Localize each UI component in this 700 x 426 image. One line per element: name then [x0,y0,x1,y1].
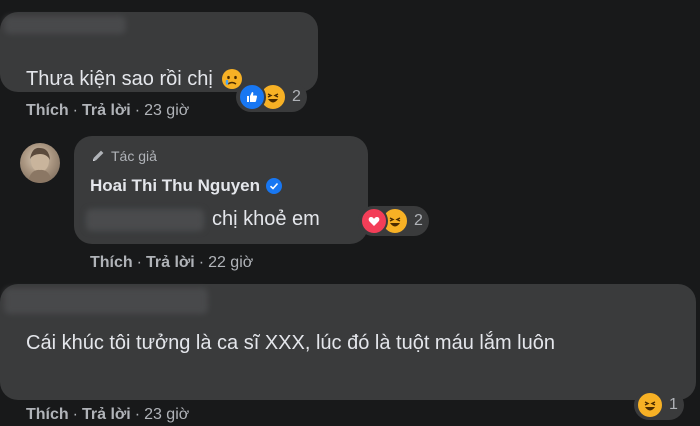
verified-badge-icon [266,178,282,194]
reactions-summary[interactable]: 1 [634,390,684,420]
comment-text: Thưa kiện sao rồi chị [26,68,213,90]
reply-button[interactable]: Trả lời [146,254,195,271]
comment-timestamp[interactable]: 23 giờ [144,102,189,119]
reaction-count: 1 [669,396,678,413]
haha-reaction-icon [636,391,664,419]
like-button[interactable]: Thích [26,102,69,119]
redacted-author-name [4,16,126,34]
avatar-image [28,147,52,183]
love-reaction-icon [360,207,388,235]
reactions-summary[interactable]: 2 [358,206,429,236]
comment-actions: Thích · Trả lời · 23 giờ [26,102,189,120]
comment-timestamp[interactable]: 23 giờ [144,406,189,423]
separator-dot: · [198,254,205,271]
like-button[interactable]: Thích [26,406,69,423]
author-badge: Tác giả [90,148,157,164]
author-avatar[interactable] [20,143,60,183]
reply-button[interactable]: Trả lời [82,406,131,423]
separator-dot: · [72,406,78,423]
reply-actions: Thích · Trả lời · 22 giờ [90,254,253,272]
like-button[interactable]: Thích [90,254,133,271]
reply-bubble: Tác giả Hoai Thi Thu Nguyen chị khoẻ em [74,136,368,244]
comment-bubble: Thưa kiện sao rồi chị [0,12,318,92]
comment-actions: Thích · Trả lời · 23 giờ [26,406,189,424]
separator-dot: · [134,406,141,423]
comment-text: Cái khúc tôi tưởng là ca sĩ XXX, lúc đó … [26,332,555,354]
like-reaction-icon [238,83,266,111]
redacted-author-name [4,288,208,314]
author-name[interactable]: Hoai Thi Thu Nguyen [90,176,260,196]
reply-timestamp[interactable]: 22 giờ [208,254,253,271]
reaction-count: 2 [414,212,423,229]
separator-dot: · [136,254,142,271]
separator-dot: · [72,102,78,119]
comment-text-row: Thưa kiện sao rồi chị [26,64,243,94]
reply-button[interactable]: Trả lời [82,102,131,119]
reaction-count: 2 [292,88,301,105]
reply-text: chị khoẻ em [212,208,320,230]
reply-text-row: chị khoẻ em [86,204,320,234]
comment-bubble: Cái khúc tôi tưởng là ca sĩ XXX, lúc đó … [0,284,696,400]
author-badge-label: Tác giả [111,148,157,164]
redacted-mention [86,208,204,231]
author-name-row: Hoai Thi Thu Nguyen [90,176,282,196]
separator-dot: · [134,102,141,119]
reactions-summary[interactable]: 2 [236,82,307,112]
pencil-icon [93,150,104,161]
